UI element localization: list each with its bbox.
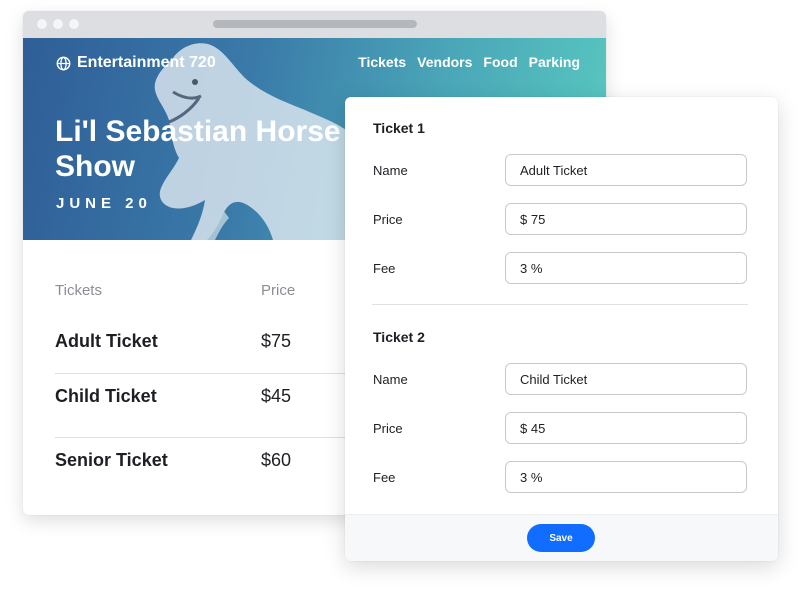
save-button[interactable]: Save [527,524,595,552]
address-bar[interactable] [213,20,417,28]
window-close-dot[interactable] [37,19,47,29]
ticket-1-name-label: Name [373,163,408,178]
nav-food[interactable]: Food [483,54,517,70]
price-column-header: Price [261,282,296,299]
ticket-name: Adult Ticket [55,331,158,351]
ticket-2-price-label: Price [373,421,403,436]
ticket-2-fee-label: Fee [373,470,396,485]
ticket-2-fee-input[interactable] [505,461,747,493]
ticket-1-name-input[interactable] [505,154,747,186]
panel-footer: Save [345,514,778,561]
nav-parking[interactable]: Parking [529,54,580,70]
window-maximize-dot[interactable] [69,19,79,29]
table-row: Child Ticket $45 [55,373,355,434]
nav-tickets[interactable]: Tickets [358,54,406,70]
event-title: Li'l Sebastian Horse Show [55,115,341,183]
ticket-1-fee-label: Fee [373,261,396,276]
ticket-1-price-input[interactable] [505,203,747,235]
ticket-price: $45 [261,386,292,406]
section-divider [372,304,748,305]
brand-name: Entertainment 720 [77,54,216,71]
ticket-1-title: Ticket 1 [373,120,425,136]
ticket-2-price-input[interactable] [505,412,747,444]
site-nav: Tickets Vendors Food Parking [358,54,580,70]
nav-vendors[interactable]: Vendors [417,54,472,70]
ticket-1-price-label: Price [373,212,403,227]
site-brand[interactable]: Entertainment 720 [56,54,216,72]
tickets-column-header: Tickets [55,282,102,299]
table-row: Senior Ticket $60 [55,437,355,498]
window-minimize-dot[interactable] [53,19,63,29]
ticket-price: $60 [261,450,292,470]
ticket-1-fee-input[interactable] [505,252,747,284]
ticket-2-name-input[interactable] [505,363,747,395]
globe-icon [56,56,71,70]
event-date: JUNE 20 [56,195,152,212]
ticket-2-name-label: Name [373,372,408,387]
ticket-name: Senior Ticket [55,450,168,470]
browser-chrome [23,11,606,38]
ticket-2-title: Ticket 2 [373,329,425,345]
ticket-price: $75 [261,331,292,351]
table-row: Adult Ticket $75 [55,319,355,379]
ticket-editor-panel: Ticket 1 Name Price Fee Ticket 2 Name Pr… [345,97,778,561]
ticket-name: Child Ticket [55,386,157,406]
